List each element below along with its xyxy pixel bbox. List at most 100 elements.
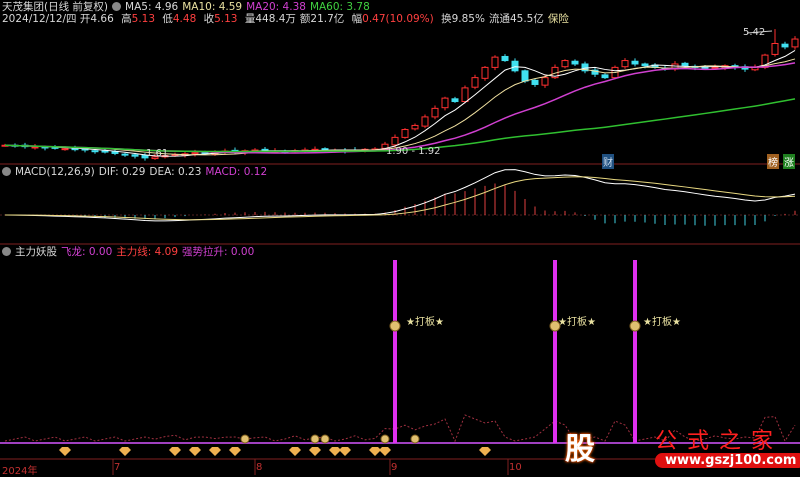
open-label: 开 (79, 13, 91, 25)
finance-tag[interactable]: 财 (602, 154, 614, 169)
candle-down (501, 55, 509, 62)
diamond-icon (209, 447, 221, 456)
diamond-icon (479, 447, 491, 456)
signal-bar (553, 260, 557, 443)
high-value: 5.13 (131, 13, 156, 25)
quote-row: 2024/12/12/四 开4.66 高5.13 低4.48 收5.13 量44… (2, 13, 573, 26)
diamond-icon (309, 447, 321, 456)
ma10-value: MA10: 4.59 (182, 1, 243, 13)
candle-down (101, 150, 109, 153)
close-value: 5.13 (214, 13, 238, 25)
candle-up (771, 42, 779, 55)
signal-label: ★打板★ (643, 317, 681, 328)
zhuli-value: 主力线: 4.09 (116, 246, 179, 258)
volume: 量448.4万 (244, 13, 296, 25)
diamond-icon (169, 447, 181, 456)
low-value: 4.48 (172, 13, 197, 25)
candle-down (531, 79, 539, 85)
low-price-label: 1.61 (146, 148, 169, 159)
macd-name: MACD(12,26,9) (15, 166, 95, 178)
x-tick: 7 (114, 462, 121, 473)
dea-line (4, 176, 796, 221)
high-price-label: 5.42 (743, 27, 766, 38)
candle-up (61, 148, 69, 151)
qiangshi-value: 强势拉升: 0.00 (182, 246, 255, 258)
candle-up (711, 66, 719, 69)
diamond-icon (369, 447, 381, 456)
candle-up (541, 77, 549, 86)
candle-down (511, 60, 519, 72)
signal-label: ★打板★ (558, 317, 596, 328)
candle-up (561, 60, 569, 68)
dif-value: DIF: 0.29 (98, 166, 146, 178)
stock-chart[interactable] (0, 0, 800, 475)
candle-up (431, 107, 439, 118)
sector[interactable]: 保险 (548, 13, 569, 25)
change-label: 幅 (351, 13, 363, 25)
logo-name: 公式之家 (655, 429, 784, 454)
money-bag-icon (320, 434, 330, 444)
candle-down (91, 150, 99, 153)
candle-down (521, 70, 529, 82)
diamond-icon (379, 447, 391, 456)
candle-down (601, 74, 609, 79)
feilong-value: 飞龙: 0.00 (61, 246, 113, 258)
indicator-header: 主力妖股 飞龙: 0.00 主力线: 4.09 强势拉升: 0.00 (2, 246, 258, 259)
candle-up (411, 124, 419, 130)
candle-down (131, 154, 139, 157)
toggle-icon[interactable] (2, 247, 11, 256)
money-bag-icon (310, 434, 320, 444)
watermark-logo: 股 公式之家 www.gszj100.com (555, 418, 800, 475)
candle-up (791, 38, 799, 48)
candle-down (631, 60, 639, 65)
diamond-icon (189, 447, 201, 456)
candle-up (191, 152, 199, 155)
candle-up (621, 60, 629, 68)
turnover: 换9.85% (441, 13, 485, 25)
macd-header: MACD(12,26,9) DIF: 0.29 DEA: 0.23 MACD: 0.1… (2, 166, 271, 179)
high-label: 高 (121, 13, 132, 25)
candle-up (461, 87, 469, 103)
logo-gu: 股 (565, 432, 595, 467)
signal-bar (633, 260, 637, 443)
diamond-icon (59, 447, 71, 456)
x-tick: 9 (391, 462, 398, 473)
float-cap: 流通45.5亿 (488, 13, 544, 25)
macd-value: MACD: 0.12 (205, 166, 268, 178)
diamond-icon (329, 447, 341, 456)
rank-tag[interactable]: 榜 (767, 154, 779, 169)
ma5-value: MA5: 4.96 (125, 1, 179, 13)
logo-url: www.gszj100.com (655, 453, 800, 468)
ma20-value: MA20: 4.38 (246, 1, 306, 13)
candle-up (441, 97, 449, 109)
money-bag-icon (389, 320, 401, 332)
toggle-icon[interactable] (2, 167, 11, 176)
x-tick: 10 (509, 462, 522, 473)
ma20-line (4, 62, 796, 154)
ma60-value: MA60: 3.78 (309, 1, 370, 13)
toggle-icon[interactable] (112, 2, 122, 11)
close-label: 收 (203, 13, 215, 25)
diamond-icon (289, 447, 301, 456)
candle-down (701, 66, 709, 69)
diamond-icon (339, 447, 351, 456)
candle-up (481, 66, 489, 79)
signal-label: ★打板★ (406, 317, 444, 328)
money-bag-icon (410, 434, 420, 444)
candle-up (31, 146, 39, 149)
change-value: 0.47(10.09%) (362, 13, 434, 25)
money-bag-icon (380, 434, 390, 444)
candle-up (471, 77, 479, 88)
candle-up (491, 56, 499, 68)
candle-down (641, 63, 649, 67)
candle-down (681, 62, 689, 67)
candle-up (421, 116, 429, 127)
stock-name: 天茂集团(日线 前复权) (2, 1, 109, 13)
range-label: 1.90 - 1.92 (386, 146, 441, 157)
candle-down (261, 148, 269, 151)
candle-down (781, 43, 789, 48)
low-label: 低 (162, 13, 173, 25)
limit-up-tag[interactable]: 涨 (783, 154, 795, 169)
money-bag-icon (629, 320, 641, 332)
amount: 额21.7亿 (299, 13, 345, 25)
